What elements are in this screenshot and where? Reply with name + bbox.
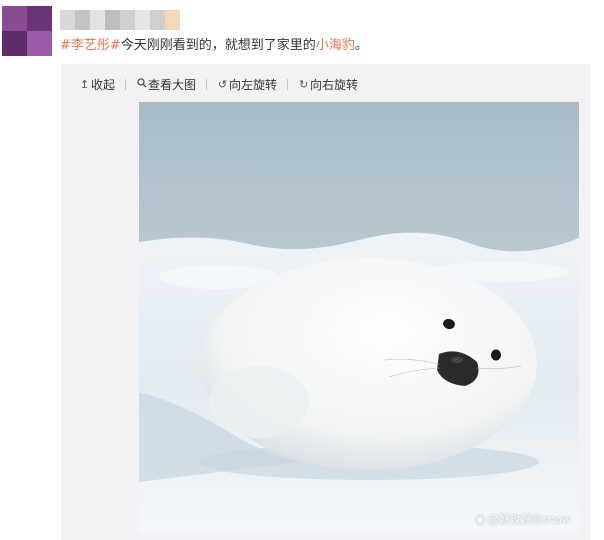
post-text: #李艺彤#今天刚刚看到的，就想到了家里的小海豹。 [60,37,368,55]
magnifier-icon [136,77,147,91]
seal-photo[interactable]: ◉ @鞭攻鞭命snow [139,102,579,533]
rotate-left-button[interactable]: ↺ 向左旋转 [217,76,277,93]
collapse-button[interactable]: ↥ 收起 [79,76,115,93]
rotate-left-label: 向左旋转 [229,77,278,92]
arrow-up-icon: ↥ [79,77,90,91]
post-text-end: 。 [354,38,368,53]
collapse-label: 收起 [91,77,116,92]
hashtag-link[interactable]: #李艺彤# [60,38,121,53]
view-large-label: 查看大图 [148,77,197,92]
divider [125,78,127,90]
media-panel: ↥ 收起 查看大图 ↺ 向左旋转 ↻ 向右旋转 ◉ @鞭攻鞭命snow [61,64,590,540]
rotate-right-label: 向右旋转 [310,77,359,92]
weibo-icon: ◉ [475,512,486,526]
divider [206,78,208,90]
divider [287,78,289,90]
post-text-body: 今天刚刚看到的，就想到了家里的 [120,38,316,53]
media-toolbar: ↥ 收起 查看大图 ↺ 向左旋转 ↻ 向右旋转 [79,74,358,94]
view-large-button[interactable]: 查看大图 [136,76,196,93]
seal-illustration [139,102,579,533]
rotate-left-icon: ↺ [217,77,228,91]
watermark-text: @鞭攻鞭命snow [487,513,571,526]
avatar[interactable] [2,6,52,56]
watermark: ◉ @鞭攻鞭命snow [475,511,571,527]
rotate-right-icon: ↻ [298,77,309,91]
seal-link[interactable]: 小海豹 [316,38,355,53]
username-blurred[interactable] [60,10,180,30]
rotate-right-button[interactable]: ↻ 向右旋转 [298,76,358,93]
